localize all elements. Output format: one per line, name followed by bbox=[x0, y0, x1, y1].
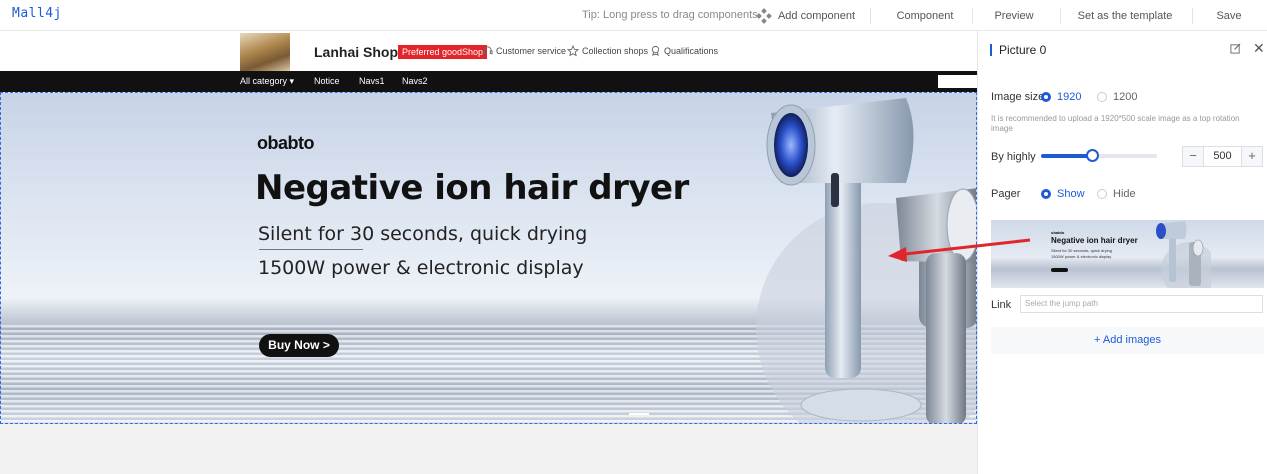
customer-service-link[interactable]: Customer service bbox=[482, 45, 566, 56]
height-stepper[interactable]: − 500 + bbox=[1182, 146, 1263, 167]
shop-navbar: All category ▾ Notice Navs1 Navs2 bbox=[0, 71, 977, 92]
nav-navs2[interactable]: Navs2 bbox=[402, 76, 428, 86]
edit-icon[interactable] bbox=[1230, 43, 1241, 54]
image-size-1920-radio[interactable]: 1920 bbox=[1041, 91, 1081, 103]
banner-subtitle-2: 1500W power & electronic display bbox=[258, 257, 584, 279]
radio-dot bbox=[1041, 189, 1051, 199]
thumb-subtitle-2: 1500W power & electronic display bbox=[1051, 254, 1112, 259]
divider bbox=[870, 8, 871, 24]
nav-all-category[interactable]: All category ▾ bbox=[240, 76, 294, 87]
properties-panel: Picture 0 ✕ Image size 1920 1200 It is r… bbox=[977, 31, 1267, 474]
banner-brand: obabto bbox=[257, 133, 315, 153]
banner-subtitle-1: Silent for 30 seconds, quick drying bbox=[258, 223, 588, 245]
collection-shops-link[interactable]: Collection shops bbox=[567, 45, 648, 57]
panel-title: Picture 0 bbox=[990, 44, 1046, 56]
slider-handle[interactable] bbox=[1086, 149, 1100, 162]
pager-label: Pager bbox=[991, 188, 1021, 200]
image-size-hint: It is recommended to upload a 1920*500 s… bbox=[991, 114, 1240, 133]
radio-dot bbox=[1041, 92, 1051, 102]
add-component-button[interactable]: Add component bbox=[756, 0, 856, 31]
banner-underline bbox=[259, 249, 363, 250]
increment-button[interactable]: + bbox=[1242, 147, 1262, 166]
drag-tip: Tip: Long press to drag components bbox=[582, 9, 758, 21]
slider-fill bbox=[1041, 154, 1093, 158]
height-label: By highly bbox=[991, 151, 1036, 163]
link-label: Link bbox=[991, 299, 1012, 311]
thumb-title: Negative ion hair dryer bbox=[1051, 236, 1138, 245]
preview-button[interactable]: Preview bbox=[984, 0, 1044, 31]
decrement-button[interactable]: − bbox=[1183, 147, 1203, 166]
move-icon bbox=[756, 7, 772, 24]
divider bbox=[972, 8, 973, 24]
divider bbox=[1060, 8, 1061, 24]
nav-navs1[interactable]: Navs1 bbox=[359, 76, 385, 86]
shop-logo-image bbox=[240, 33, 290, 71]
banner-thumbnail[interactable]: obabto Negative ion hair dryer Silent fo… bbox=[991, 220, 1264, 288]
thumb-buy-button bbox=[1051, 268, 1068, 272]
component-button[interactable]: Component bbox=[880, 0, 970, 31]
headset-icon bbox=[482, 46, 493, 55]
editor-canvas: Lanhai Shop Preferred goodShop Customer … bbox=[0, 31, 977, 474]
banner-title: Negative ion hair dryer bbox=[255, 168, 689, 208]
nav-notice[interactable]: Notice bbox=[314, 76, 340, 86]
shop-header[interactable]: Lanhai Shop Preferred goodShop Customer … bbox=[0, 31, 977, 71]
thumb-subtitle-1: Silent for 30 seconds, quick drying bbox=[1051, 248, 1112, 253]
shop-badge: Preferred goodShop bbox=[398, 45, 488, 59]
star-icon bbox=[567, 45, 579, 57]
pager-show-radio[interactable]: Show bbox=[1041, 188, 1085, 200]
banner-carousel[interactable]: obabto Negative ion hair dryer Silent fo… bbox=[0, 92, 977, 424]
radio-dot bbox=[1097, 92, 1107, 102]
hair-dryer-image bbox=[756, 98, 976, 423]
image-size-label: Image size bbox=[991, 91, 1045, 103]
qualifications-link[interactable]: Qualifications bbox=[650, 45, 718, 56]
add-images-button[interactable]: + Add images bbox=[991, 327, 1264, 354]
nav-search-input[interactable] bbox=[938, 75, 977, 88]
certificate-icon bbox=[651, 45, 660, 56]
app-logo: Mall4j bbox=[12, 6, 62, 21]
height-value[interactable]: 500 bbox=[1203, 147, 1242, 166]
save-button[interactable]: Save bbox=[1200, 0, 1258, 31]
pager-hide-radio[interactable]: Hide bbox=[1097, 188, 1136, 200]
top-toolbar: Mall4j Tip: Long press to drag component… bbox=[0, 0, 1267, 31]
thumb-brand: obabto bbox=[1051, 230, 1065, 235]
link-input[interactable]: Select the jump path bbox=[1020, 295, 1263, 313]
set-template-button[interactable]: Set as the template bbox=[1070, 0, 1180, 31]
shop-name: Lanhai Shop bbox=[314, 44, 398, 60]
buy-now-button[interactable]: Buy Now > bbox=[259, 334, 339, 357]
radio-dot bbox=[1097, 189, 1107, 199]
divider bbox=[1192, 8, 1193, 24]
carousel-pager-dot[interactable] bbox=[629, 413, 649, 415]
image-size-1200-radio[interactable]: 1200 bbox=[1097, 91, 1137, 103]
thumb-product-image bbox=[1156, 221, 1211, 288]
close-icon[interactable]: ✕ bbox=[1253, 40, 1265, 57]
height-slider[interactable] bbox=[1041, 149, 1157, 162]
